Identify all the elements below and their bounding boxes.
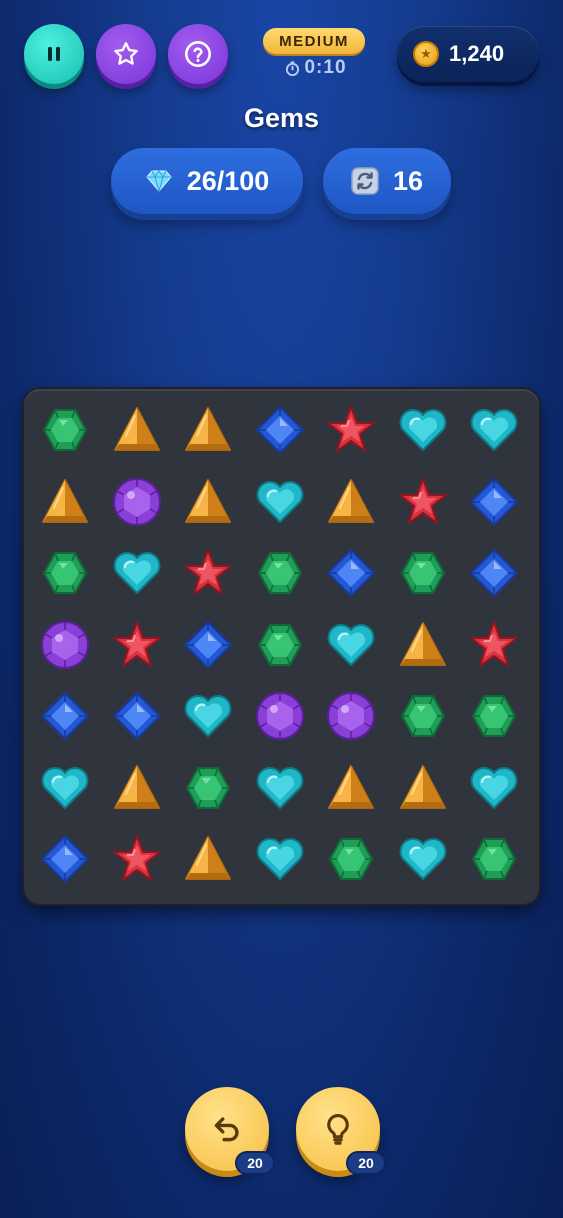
top-bar: MEDIUM 0:10 ★ 1,240 [24, 24, 539, 88]
amber-pyramid-gem-icon[interactable] [107, 400, 167, 460]
amber-pyramid-gem-icon[interactable] [393, 615, 453, 675]
ruby-star-gem-icon[interactable] [107, 829, 167, 889]
amber-pyramid-gem-icon[interactable] [321, 472, 381, 532]
emerald-gem-icon[interactable] [35, 543, 95, 603]
emerald-gem-icon[interactable] [393, 686, 453, 746]
amber-pyramid-gem-icon[interactable] [178, 829, 238, 889]
aqua-heart-gem-icon[interactable] [393, 400, 453, 460]
pause-button[interactable] [24, 24, 84, 84]
game-board [24, 389, 539, 904]
aqua-heart-gem-icon[interactable] [250, 829, 310, 889]
ruby-star-gem-icon[interactable] [178, 543, 238, 603]
sapphire-gem-icon[interactable] [464, 472, 524, 532]
question-icon [185, 41, 211, 67]
lightbulb-icon [327, 1113, 349, 1145]
ruby-star-gem-icon[interactable] [393, 472, 453, 532]
ruby-star-gem-icon[interactable] [464, 615, 524, 675]
emerald-gem-icon[interactable] [178, 758, 238, 818]
undo-count-badge: 20 [235, 1151, 275, 1175]
emerald-gem-icon[interactable] [250, 543, 310, 603]
amber-pyramid-gem-icon[interactable] [178, 400, 238, 460]
amber-pyramid-gem-icon[interactable] [321, 758, 381, 818]
coin-count: 1,240 [449, 41, 505, 66]
coin-balance[interactable]: ★ 1,240 [397, 26, 539, 82]
undo-arrow-icon [214, 1117, 239, 1142]
amethyst-gem-icon[interactable] [250, 686, 310, 746]
emerald-gem-icon[interactable] [464, 686, 524, 746]
hint-count-badge: 20 [346, 1151, 386, 1175]
help-button[interactable] [168, 24, 228, 84]
stopwatch-icon [286, 60, 300, 76]
difficulty-badge: MEDIUM [263, 28, 365, 54]
sapphire-gem-icon[interactable] [178, 615, 238, 675]
aqua-heart-gem-icon[interactable] [35, 758, 95, 818]
star-icon [114, 42, 138, 65]
aqua-heart-gem-icon[interactable] [107, 543, 167, 603]
sapphire-gem-icon[interactable] [107, 686, 167, 746]
moves-value: 16 [392, 165, 424, 196]
aqua-heart-gem-icon[interactable] [178, 686, 238, 746]
gems-progress-pill: 26/100 [111, 148, 303, 214]
aqua-heart-gem-icon[interactable] [393, 829, 453, 889]
amber-pyramid-gem-icon[interactable] [35, 472, 95, 532]
sapphire-gem-icon[interactable] [35, 686, 95, 746]
aqua-heart-gem-icon[interactable] [321, 615, 381, 675]
favorite-button[interactable] [96, 24, 156, 84]
amber-pyramid-gem-icon[interactable] [393, 758, 453, 818]
moves-pill: 16 [323, 148, 451, 214]
amethyst-gem-icon[interactable] [107, 472, 167, 532]
emerald-gem-icon[interactable] [321, 829, 381, 889]
sapphire-gem-icon[interactable] [321, 543, 381, 603]
page-title: Gems [243, 103, 320, 133]
sapphire-gem-icon[interactable] [464, 543, 524, 603]
amethyst-gem-icon[interactable] [321, 686, 381, 746]
hint-button[interactable]: 20 [296, 1087, 386, 1175]
emerald-gem-icon[interactable] [464, 829, 524, 889]
emerald-gem-icon[interactable] [35, 400, 95, 460]
aqua-heart-gem-icon[interactable] [464, 758, 524, 818]
diamond-icon [146, 170, 172, 193]
amber-pyramid-gem-icon[interactable] [178, 472, 238, 532]
timer-value: 0:10 [304, 57, 347, 78]
pause-icon [48, 47, 60, 61]
coin-icon: ★ [413, 41, 439, 67]
emerald-gem-icon[interactable] [250, 615, 310, 675]
ruby-star-gem-icon[interactable] [107, 615, 167, 675]
game-timer: 0:10 [276, 57, 356, 79]
gems-progress-value: 26/100 [186, 165, 270, 196]
sapphire-gem-icon[interactable] [35, 829, 95, 889]
aqua-heart-gem-icon[interactable] [250, 758, 310, 818]
ruby-star-gem-icon[interactable] [321, 400, 381, 460]
shuffle-icon [351, 167, 379, 195]
amethyst-gem-icon[interactable] [35, 615, 95, 675]
aqua-heart-gem-icon[interactable] [464, 400, 524, 460]
emerald-gem-icon[interactable] [393, 543, 453, 603]
undo-button[interactable]: 20 [185, 1087, 275, 1175]
amber-pyramid-gem-icon[interactable] [107, 758, 167, 818]
sapphire-gem-icon[interactable] [250, 400, 310, 460]
aqua-heart-gem-icon[interactable] [250, 472, 310, 532]
